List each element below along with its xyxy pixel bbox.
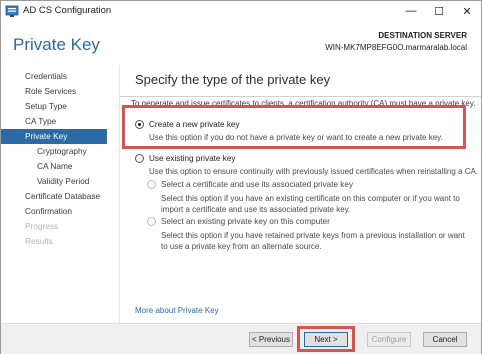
select-certificate-description: Select this option if you have an existi…	[161, 194, 460, 214]
server-manager-icon	[5, 5, 19, 17]
maximize-button[interactable]: ☐	[425, 1, 453, 21]
sidebar-item-cryptography[interactable]: Cryptography	[1, 144, 107, 159]
select-certificate-radio[interactable]	[147, 180, 156, 189]
sidebar-item-results: Results	[25, 236, 53, 246]
sidebar-item-setup-type[interactable]: Setup Type	[1, 99, 107, 114]
create-new-key-label[interactable]: Create a new private key	[149, 120, 240, 129]
wizard-header: Private Key DESTINATION SERVER WIN-MK7MP…	[1, 21, 481, 65]
cancel-button[interactable]: Cancel	[423, 332, 467, 347]
sidebar-item-credentials[interactable]: Credentials	[1, 69, 107, 84]
sidebar-item-ca-name[interactable]: CA Name	[1, 159, 107, 174]
next-button[interactable]: Next >	[304, 332, 348, 347]
select-certificate-label[interactable]: Select a certificate and use its associa…	[161, 180, 353, 189]
use-existing-key-description: Use this option to ensure continuity wit…	[149, 167, 479, 176]
content-divider	[119, 65, 120, 323]
use-existing-key-label[interactable]: Use existing private key	[149, 154, 235, 163]
wizard-sidebar: Credentials Role Services Setup Type CA …	[1, 65, 119, 315]
section-title: Specify the type of the private key	[135, 72, 331, 87]
wizard-content: Specify the type of the private key To g…	[119, 65, 481, 323]
sidebar-item-validity-period[interactable]: Validity Period	[1, 174, 107, 189]
page-title: Private Key	[13, 35, 100, 54]
wizard-footer: < Previous Next > Configure Cancel	[1, 323, 481, 354]
select-existing-key-label[interactable]: Select an existing private key on this c…	[161, 217, 330, 226]
ad-cs-configuration-window: AD CS Configuration — ☐ ✕ Private Key DE…	[0, 0, 482, 354]
title-bar: AD CS Configuration — ☐ ✕	[1, 1, 481, 21]
use-existing-key-radio[interactable]	[135, 154, 144, 163]
destination-server-name: WIN-MK7MP8EFG0O.marmaralab.local	[325, 43, 467, 52]
sidebar-item-progress: Progress	[25, 221, 59, 231]
sidebar-item-private-key[interactable]: Private Key	[1, 129, 107, 144]
destination-server-label: DESTINATION SERVER	[378, 31, 467, 40]
create-new-key-description: Use this option if you do not have a pri…	[149, 133, 443, 142]
sidebar-item-role-services[interactable]: Role Services	[1, 84, 107, 99]
sidebar-item-ca-type[interactable]: CA Type	[1, 114, 107, 129]
sidebar-item-confirmation[interactable]: Confirmation	[1, 204, 107, 219]
create-new-key-radio[interactable]	[135, 120, 144, 129]
window-title: AD CS Configuration	[23, 5, 112, 16]
section-divider	[119, 96, 481, 97]
more-about-private-key-link[interactable]: More about Private Key	[135, 306, 219, 315]
close-button[interactable]: ✕	[453, 1, 481, 21]
select-existing-key-description: Select this option if you have retained …	[161, 231, 465, 251]
sidebar-item-certificate-database[interactable]: Certificate Database	[1, 189, 107, 204]
configure-button: Configure	[367, 332, 411, 347]
select-existing-key-radio[interactable]	[147, 217, 156, 226]
minimize-button[interactable]: —	[397, 1, 425, 21]
previous-button[interactable]: < Previous	[249, 332, 293, 347]
